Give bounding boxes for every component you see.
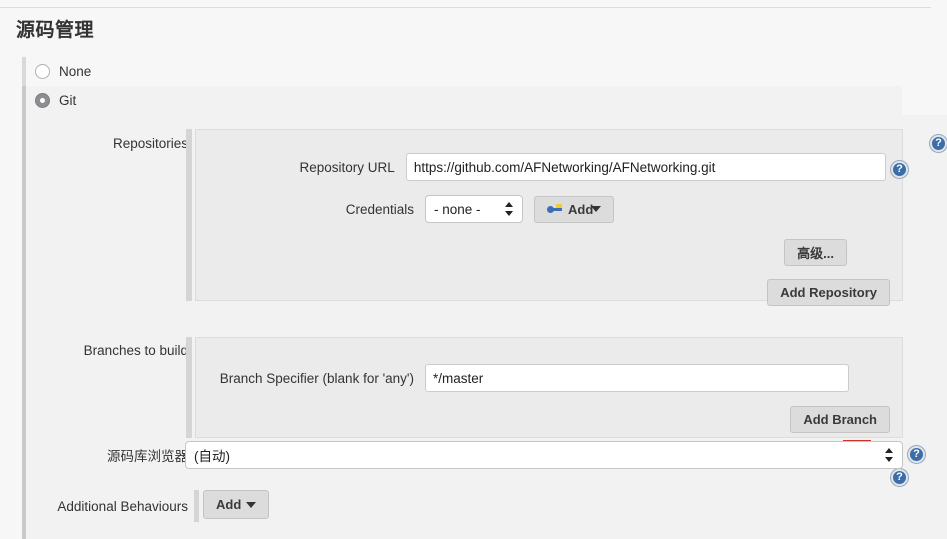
credentials-select-value: - none - [434,201,481,217]
key-icon [547,203,563,215]
select-arrows-icon [505,200,514,218]
form-left-rail [22,115,26,539]
select-arrows-icon [885,446,894,464]
scm-option-none[interactable]: None [22,57,902,86]
repository-url-input[interactable] [405,153,886,181]
repository-browser-label: 源码库浏览器 [107,449,188,464]
add-branch-button[interactable]: Add Branch [790,406,890,433]
scm-radio-group: None Git [22,57,902,115]
scm-option-none-label: None [59,64,92,79]
repository-url-field-row: Repository URL [196,153,886,181]
advanced-button[interactable]: 高级... [784,239,847,266]
credentials-select[interactable]: - none - [425,195,523,223]
add-repository-button[interactable]: Add Repository [767,279,890,306]
add-behaviour-button[interactable]: Add [203,490,270,519]
branches-rail [186,337,192,438]
row-rail [22,57,26,86]
scm-option-git-label: Git [59,93,77,108]
radio-git-icon[interactable] [35,93,50,108]
git-config-body: Repositories Repository URL Credentials … [22,115,947,539]
credentials-label: Credentials [345,201,414,217]
add-credentials-label: Add [568,201,594,217]
branch-specifier-help-icon[interactable]: ? [891,469,908,486]
additional-behaviours-label: Additional Behaviours [57,499,188,514]
row-rail [22,86,26,115]
branch-specifier-label: Branch Specifier (blank for 'any') [219,370,414,386]
branch-specifier-field-row: Branch Specifier (blank for 'any') [196,364,896,392]
branch-panel: Branch Specifier (blank for 'any') Add B… [195,337,903,438]
repository-url-help-icon[interactable]: ? [891,161,908,178]
repositories-label: Repositories [112,136,188,151]
repository-panel: Repository URL Credentials - none - Add [195,129,903,306]
add-credentials-button[interactable]: Add [534,195,615,223]
header-divider [0,7,931,8]
page-title: 源码管理 [16,20,95,41]
branch-specifier-input[interactable] [425,364,849,392]
repository-browser-value: (自动) [194,449,230,464]
chevron-down-icon [591,206,602,212]
repository-browser-help-icon[interactable]: ? [908,446,925,463]
repository-url-label: Repository URL [299,159,395,175]
scm-option-git[interactable]: Git [22,86,902,115]
credentials-field-row: Credentials - none - Add [196,195,886,223]
repositories-help-icon[interactable]: ? [930,135,947,152]
add-behaviour-label: Add [216,497,242,512]
chevron-down-icon [246,501,257,508]
repository-browser-select[interactable]: (自动) [185,441,903,469]
branches-label: Branches to build [83,343,188,358]
radio-none-icon[interactable] [35,64,50,79]
repositories-rail [186,129,192,301]
additional-behaviours-rail [194,490,199,522]
